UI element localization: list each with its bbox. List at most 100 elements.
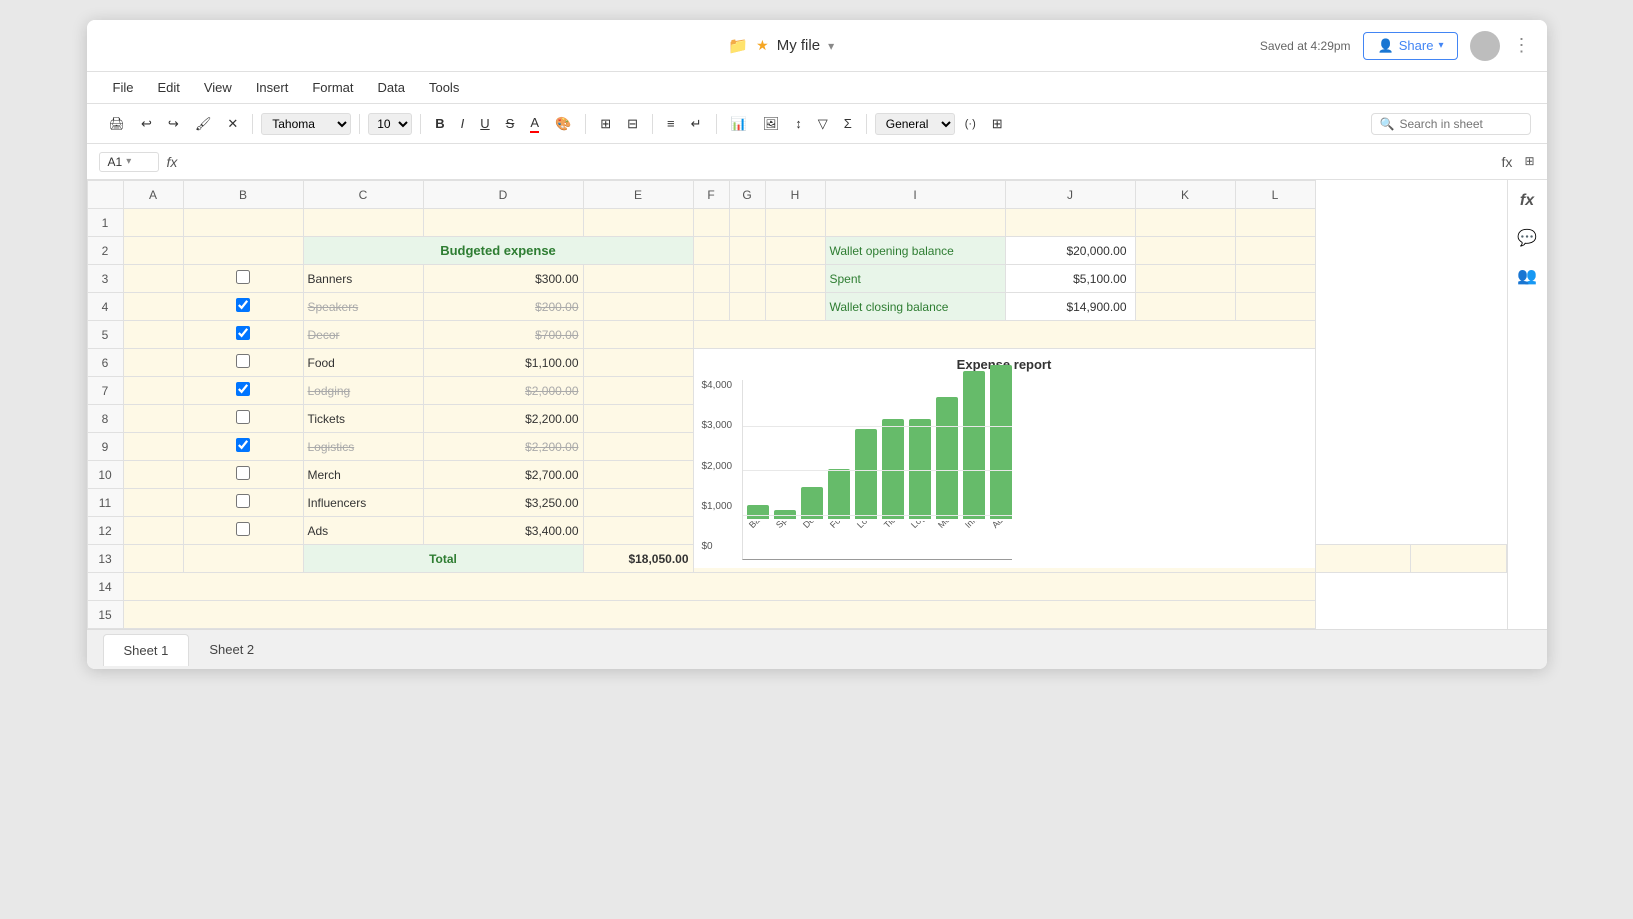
- cell-b6-checkbox[interactable]: [183, 349, 303, 377]
- cell-l1[interactable]: [1235, 209, 1315, 237]
- checkbox-merch[interactable]: [236, 466, 250, 480]
- cell-e7[interactable]: [583, 377, 693, 405]
- cell-f3[interactable]: [693, 265, 729, 293]
- cell-c1[interactable]: [303, 209, 423, 237]
- cell-a5[interactable]: [123, 321, 183, 349]
- wallet-spent-value[interactable]: $5,100.00: [1005, 265, 1135, 293]
- cell-a10[interactable]: [123, 461, 183, 489]
- cell-c12-ads[interactable]: Ads: [303, 517, 423, 545]
- checkbox-decor[interactable]: [236, 326, 250, 340]
- formula-sidebar-icon[interactable]: fx: [1520, 192, 1534, 210]
- filter-button[interactable]: ▽: [812, 113, 834, 135]
- cell-reference[interactable]: A1 ▾: [99, 152, 159, 172]
- cell-b3-checkbox[interactable]: [183, 265, 303, 293]
- menu-insert[interactable]: Insert: [246, 76, 299, 99]
- wallet-opening-label[interactable]: Wallet opening balance: [825, 237, 1005, 265]
- cell-c7-lodging[interactable]: Lodging: [303, 377, 423, 405]
- cell-e9[interactable]: [583, 433, 693, 461]
- cell-f1[interactable]: [693, 209, 729, 237]
- col-header-d[interactable]: D: [423, 181, 583, 209]
- col-header-e[interactable]: E: [583, 181, 693, 209]
- cell-b11-checkbox[interactable]: [183, 489, 303, 517]
- tab-sheet1[interactable]: Sheet 1: [103, 634, 190, 666]
- cell-h3[interactable]: [765, 265, 825, 293]
- cell-a1[interactable]: [123, 209, 183, 237]
- cell-d3-amount[interactable]: $300.00: [423, 265, 583, 293]
- cell-e12[interactable]: [583, 517, 693, 545]
- cell-h1[interactable]: [765, 209, 825, 237]
- cell-g13-l13[interactable]: [1411, 545, 1507, 573]
- checkbox-speakers[interactable]: [236, 298, 250, 312]
- cell-e10[interactable]: [583, 461, 693, 489]
- cell-d6-amount[interactable]: $1,100.00: [423, 349, 583, 377]
- cell-b4-checkbox[interactable]: [183, 293, 303, 321]
- cell-c3-banners[interactable]: Banners: [303, 265, 423, 293]
- cell-j1[interactable]: [1005, 209, 1135, 237]
- checkbox-food[interactable]: [236, 354, 250, 368]
- cell-e8[interactable]: [583, 405, 693, 433]
- cell-g4[interactable]: [729, 293, 765, 321]
- cell-g1[interactable]: [729, 209, 765, 237]
- underline-button[interactable]: U: [474, 113, 495, 134]
- menu-view[interactable]: View: [194, 76, 242, 99]
- paint-format-button[interactable]: 🖌: [189, 113, 218, 135]
- font-family-select[interactable]: Tahoma: [261, 113, 351, 135]
- cell-i1[interactable]: [825, 209, 1005, 237]
- clear-format-button[interactable]: ✕: [221, 113, 244, 135]
- wallet-closing-value[interactable]: $14,900.00: [1005, 293, 1135, 321]
- checkbox-banners[interactable]: [236, 270, 250, 284]
- search-input[interactable]: [1399, 117, 1521, 131]
- cell-d1[interactable]: [423, 209, 583, 237]
- cell-d10-amount[interactable]: $2,700.00: [423, 461, 583, 489]
- sort-button[interactable]: ↕: [789, 113, 808, 134]
- cell-d4-amount[interactable]: $200.00: [423, 293, 583, 321]
- cell-e1[interactable]: [583, 209, 693, 237]
- cell-b5-checkbox[interactable]: [183, 321, 303, 349]
- borders-button[interactable]: ⊞: [594, 113, 617, 135]
- cell-f13[interactable]: [1315, 545, 1411, 573]
- total-amount-cell[interactable]: $18,050.00: [583, 545, 693, 573]
- cell-c4-speakers[interactable]: Speakers: [303, 293, 423, 321]
- redo-button[interactable]: ↪: [162, 113, 185, 135]
- cell-c10-merch[interactable]: Merch: [303, 461, 423, 489]
- cell-a4[interactable]: [123, 293, 183, 321]
- cell-h4[interactable]: [765, 293, 825, 321]
- wallet-closing-label[interactable]: Wallet closing balance: [825, 293, 1005, 321]
- cell-k4[interactable]: [1135, 293, 1235, 321]
- row-15-cells[interactable]: [123, 601, 1315, 629]
- cell-d11-amount[interactable]: $3,250.00: [423, 489, 583, 517]
- cell-f2[interactable]: [693, 237, 729, 265]
- undo-button[interactable]: ↩: [135, 113, 158, 135]
- cell-a13[interactable]: [123, 545, 183, 573]
- checkbox-tickets[interactable]: [236, 410, 250, 424]
- total-label-cell[interactable]: Total: [303, 545, 583, 573]
- merge-button[interactable]: ⊟: [621, 113, 644, 135]
- col-header-h[interactable]: H: [765, 181, 825, 209]
- avatar[interactable]: [1470, 31, 1500, 61]
- cell-d7-amount[interactable]: $2,000.00: [423, 377, 583, 405]
- formula-sidebar-icon[interactable]: fx: [1502, 154, 1513, 170]
- menu-tools[interactable]: Tools: [419, 76, 469, 99]
- formula-button[interactable]: Σ: [838, 113, 858, 134]
- cell-a12[interactable]: [123, 517, 183, 545]
- print-button[interactable]: 🖨: [103, 113, 132, 135]
- checkbox-ads[interactable]: [236, 522, 250, 536]
- wrap-button[interactable]: ↵: [685, 113, 708, 135]
- cell-b2[interactable]: [183, 237, 303, 265]
- strikethrough-button[interactable]: S: [500, 113, 521, 134]
- formula-expand-icon[interactable]: ⊞: [1524, 154, 1534, 170]
- cell-k1[interactable]: [1135, 209, 1235, 237]
- cell-g3[interactable]: [729, 265, 765, 293]
- cell-b8-checkbox[interactable]: [183, 405, 303, 433]
- cell-e5[interactable]: [583, 321, 693, 349]
- cell-b13[interactable]: [183, 545, 303, 573]
- checkbox-influencers[interactable]: [236, 494, 250, 508]
- format-select[interactable]: General: [875, 113, 955, 135]
- cell-e6[interactable]: [583, 349, 693, 377]
- image-button[interactable]: 🖼: [757, 113, 786, 135]
- cell-a8[interactable]: [123, 405, 183, 433]
- cell-b7-checkbox[interactable]: [183, 377, 303, 405]
- cell-k2[interactable]: [1135, 237, 1235, 265]
- highlight-button[interactable]: 🎨: [549, 113, 577, 135]
- font-color-button[interactable]: A: [524, 112, 545, 136]
